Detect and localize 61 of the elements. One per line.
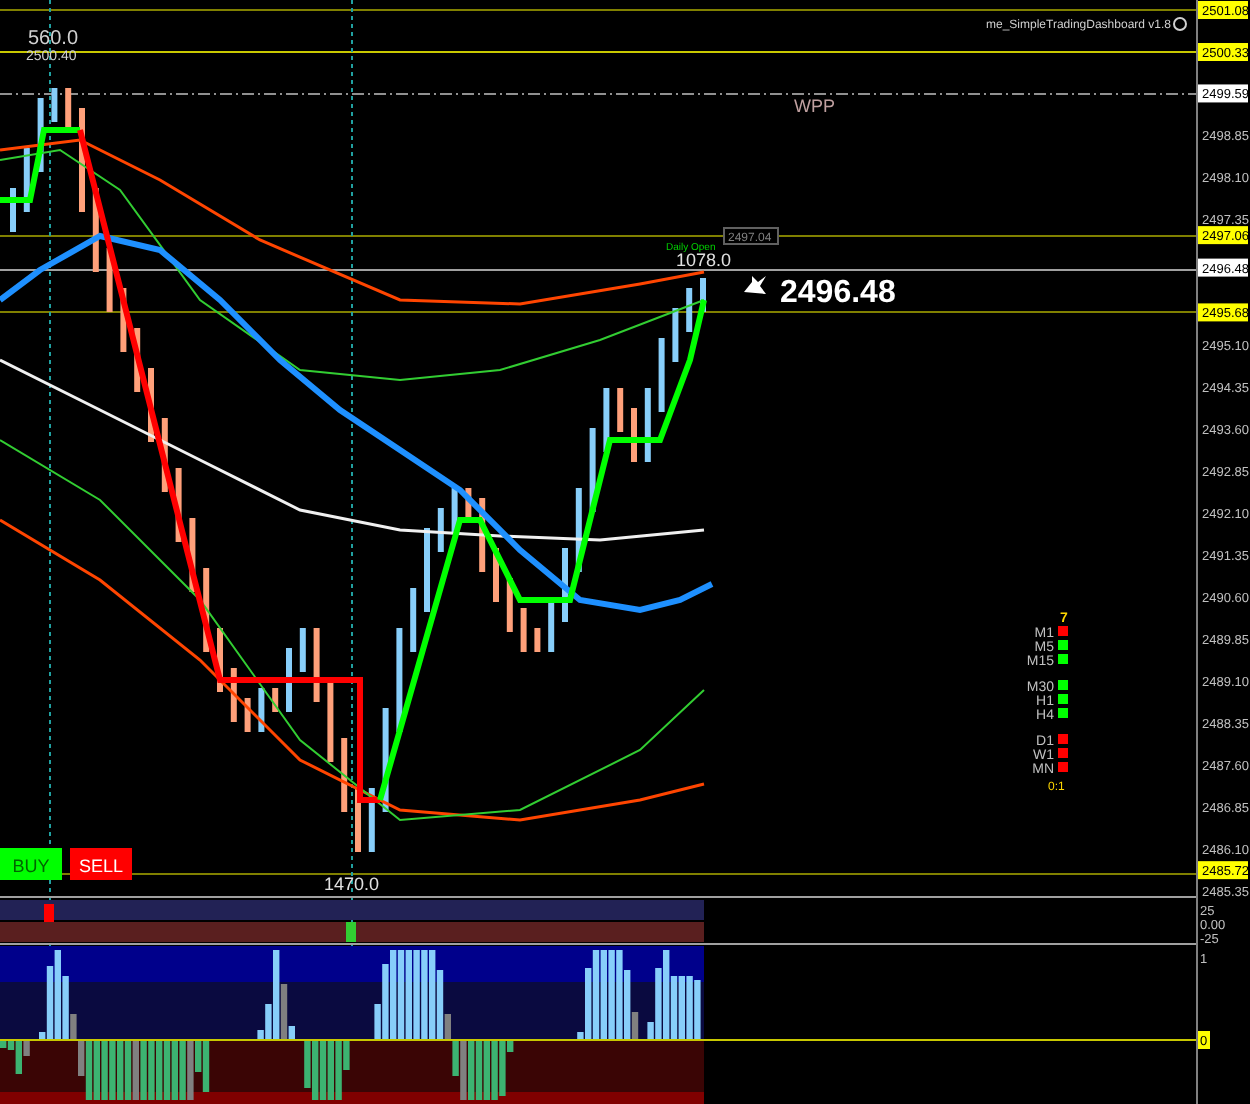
candle bbox=[272, 688, 279, 712]
candle bbox=[631, 408, 637, 462]
candle bbox=[575, 488, 582, 572]
candle bbox=[148, 368, 154, 442]
candle bbox=[479, 498, 486, 572]
candle bbox=[424, 528, 430, 612]
candle bbox=[589, 428, 596, 512]
candle bbox=[203, 568, 210, 652]
candle bbox=[134, 328, 141, 392]
candle bbox=[617, 388, 624, 432]
buy-button[interactable]: BUY bbox=[0, 848, 62, 880]
candle bbox=[106, 248, 113, 312]
sell-signal-mark bbox=[44, 904, 54, 922]
candle bbox=[286, 648, 292, 712]
candle bbox=[92, 188, 99, 272]
candle bbox=[327, 678, 334, 762]
bar-count-label: 1470.0 bbox=[324, 874, 380, 894]
candle bbox=[548, 598, 555, 652]
candle bbox=[65, 88, 72, 132]
candle bbox=[686, 288, 693, 332]
candle bbox=[217, 628, 223, 692]
candle bbox=[189, 518, 196, 592]
candle bbox=[465, 488, 472, 522]
candle bbox=[382, 708, 389, 812]
candle bbox=[562, 548, 568, 622]
candle bbox=[437, 508, 444, 552]
candle bbox=[120, 288, 127, 352]
pivot-label: WPP bbox=[794, 96, 836, 116]
candle bbox=[493, 548, 499, 602]
candle bbox=[299, 628, 306, 672]
candle bbox=[51, 88, 58, 122]
candle bbox=[644, 388, 651, 462]
candle bbox=[37, 98, 44, 172]
bid-price-label: 2496.48 bbox=[780, 276, 896, 310]
candle bbox=[700, 278, 706, 312]
candle bbox=[79, 108, 85, 212]
candle bbox=[258, 688, 265, 732]
candle bbox=[672, 308, 679, 362]
bar-count-label: 560.0 bbox=[28, 28, 79, 50]
candle bbox=[603, 388, 610, 452]
bar-count-label: 1078.0 bbox=[676, 250, 732, 270]
sell-button[interactable]: SELL bbox=[70, 848, 132, 880]
candle bbox=[396, 628, 403, 732]
candle bbox=[368, 788, 375, 852]
candle bbox=[520, 608, 527, 652]
buy-signal-mark bbox=[346, 922, 356, 942]
candle bbox=[313, 628, 320, 702]
candle bbox=[10, 188, 16, 232]
candle bbox=[451, 488, 458, 532]
info-icon bbox=[1173, 17, 1187, 31]
candle bbox=[23, 148, 30, 212]
candle bbox=[161, 418, 168, 492]
candle bbox=[341, 738, 348, 812]
candle bbox=[534, 628, 541, 652]
candle bbox=[506, 578, 513, 632]
candle bbox=[658, 338, 665, 412]
candle bbox=[244, 698, 251, 732]
candle bbox=[230, 668, 237, 722]
candle bbox=[410, 588, 417, 652]
candle bbox=[175, 468, 182, 542]
candle bbox=[355, 788, 361, 852]
